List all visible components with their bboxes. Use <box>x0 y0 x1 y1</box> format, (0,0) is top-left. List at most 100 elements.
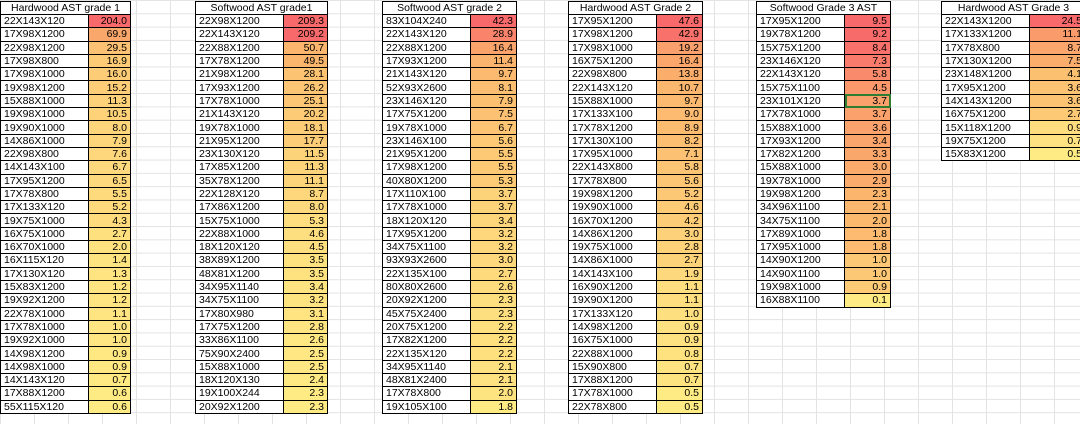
size-cell[interactable]: 22X78X800 <box>568 399 657 414</box>
value-cell[interactable]: 2.1 <box>844 200 891 215</box>
size-cell[interactable]: 19X105X100 <box>382 399 471 414</box>
size-cell[interactable]: 21X143X120 <box>195 107 284 122</box>
value-cell[interactable]: 1.1 <box>655 279 704 295</box>
size-cell[interactable]: 17X78X800 <box>0 186 89 202</box>
size-cell[interactable]: 17X130X1200 <box>941 53 1030 69</box>
value-cell[interactable]: 3.7 <box>469 186 518 202</box>
size-cell[interactable]: 19X90X1200 <box>568 293 657 308</box>
size-cell[interactable]: 17X133X1200 <box>941 27 1030 42</box>
value-cell[interactable]: 6.7 <box>88 160 131 175</box>
size-cell[interactable]: 34X75X1100 <box>195 293 284 308</box>
table-hardwood-ast-grade-1[interactable]: Hardwood AST grade 1 22X143X120 204.0 17X98… <box>0 1 131 414</box>
size-cell[interactable]: 17X78X1000 <box>0 319 89 335</box>
size-cell[interactable]: 17X110X100 <box>382 186 471 202</box>
size-cell[interactable]: 15X88X1000 <box>195 359 284 375</box>
value-cell[interactable]: 3.2 <box>283 293 328 308</box>
value-cell[interactable]: 3.6 <box>1028 80 1080 95</box>
size-cell[interactable]: 17X95X1200 <box>568 13 657 29</box>
size-cell[interactable]: 17X78X800 <box>941 40 1030 55</box>
value-cell[interactable]: 5.8 <box>655 160 704 175</box>
value-cell[interactable]: 0.1 <box>844 293 891 308</box>
size-cell[interactable]: 17X78X1000 <box>756 107 845 122</box>
value-cell[interactable]: 7.9 <box>469 93 518 109</box>
size-cell[interactable]: 17X98X800 <box>0 53 89 69</box>
size-cell[interactable]: 17X93X1200 <box>382 53 471 69</box>
value-cell[interactable]: 16.4 <box>655 53 704 69</box>
size-cell[interactable]: 22X98X1200 <box>195 13 284 29</box>
size-cell[interactable]: 22X143X120 <box>568 80 657 95</box>
value-cell[interactable]: 2.7 <box>1028 107 1080 122</box>
value-cell[interactable]: 3.0 <box>655 226 704 242</box>
size-cell[interactable]: 14X86X1000 <box>0 133 89 148</box>
value-cell[interactable]: 7.3 <box>844 53 891 69</box>
size-cell[interactable]: 19X98X1000 <box>0 107 89 122</box>
value-cell[interactable]: 25.1 <box>283 93 328 109</box>
size-cell[interactable]: 17X82X1200 <box>382 333 471 348</box>
size-cell[interactable]: 22X143X120 <box>0 13 89 29</box>
size-cell[interactable]: 17X86X1200 <box>195 200 284 215</box>
value-cell[interactable]: 3.4 <box>844 133 891 148</box>
value-cell[interactable]: 8.0 <box>283 200 328 215</box>
size-cell[interactable]: 15X118X1200 <box>941 120 1030 135</box>
table-title[interactable]: Hardwood AST grade 1 <box>0 1 131 15</box>
table-title[interactable]: Softwood Grade 3 AST <box>756 1 891 15</box>
value-cell[interactable]: 1.3 <box>88 266 131 281</box>
value-cell[interactable]: 0.6 <box>88 399 131 414</box>
value-cell[interactable]: 11.5 <box>283 146 328 162</box>
value-cell[interactable]: 9.5 <box>844 13 891 29</box>
value-cell[interactable]: 2.8 <box>655 240 704 255</box>
value-cell[interactable]: 7.5 <box>1028 53 1080 69</box>
value-cell[interactable]: 4.6 <box>655 200 704 215</box>
size-cell[interactable]: 16X115X120 <box>0 253 89 268</box>
size-cell[interactable]: 23X146X120 <box>382 93 471 109</box>
value-cell[interactable]: 2.5 <box>283 346 328 361</box>
value-cell[interactable]: 5.2 <box>655 186 704 202</box>
value-cell[interactable]: 42.9 <box>655 27 704 42</box>
size-cell[interactable]: 93X93X2600 <box>382 253 471 268</box>
size-cell[interactable]: 14X143X120 <box>0 373 89 388</box>
size-cell[interactable]: 16X75X1000 <box>568 333 657 348</box>
value-cell[interactable]: 3.4 <box>469 213 518 228</box>
size-cell[interactable]: 23X146X120 <box>756 53 845 69</box>
value-cell[interactable]: 4.3 <box>88 213 131 228</box>
table-title[interactable]: Hardwood AST Grade 3 <box>940 1 1080 15</box>
size-cell[interactable]: 21X98X1200 <box>195 67 284 82</box>
value-cell[interactable]: 0.7 <box>1028 133 1080 148</box>
value-cell[interactable]: 2.1 <box>469 359 518 375</box>
size-cell[interactable]: 22X88X1200 <box>195 40 284 55</box>
table-hardwood-ast-grade-2[interactable]: Hardwood AST Grade 2 17X95X1200 47.6 17X98X… <box>567 1 704 414</box>
size-cell[interactable]: 16X75X1200 <box>568 53 657 69</box>
size-cell[interactable]: 52X93X2600 <box>382 80 471 95</box>
value-cell[interactable]: 2.2 <box>469 333 518 348</box>
size-cell[interactable]: 21X143X120 <box>382 67 471 82</box>
value-cell[interactable]: 0.9 <box>655 319 704 335</box>
value-cell[interactable]: 3.2 <box>469 240 518 255</box>
size-cell[interactable]: 83X104X240 <box>382 13 471 29</box>
size-cell[interactable]: 22X88X1000 <box>195 226 284 242</box>
size-cell[interactable]: 34X95X1140 <box>382 359 471 375</box>
size-cell[interactable]: 22X143X1200 <box>941 13 1030 29</box>
value-cell[interactable]: 17.7 <box>283 133 328 148</box>
value-cell[interactable]: 11.3 <box>283 160 328 175</box>
size-cell[interactable]: 20X75X1200 <box>382 319 471 335</box>
size-cell[interactable]: 19X75X1000 <box>568 240 657 255</box>
size-cell[interactable]: 45X75X2400 <box>382 306 471 321</box>
size-cell[interactable]: 22X88X1000 <box>568 346 657 361</box>
value-cell[interactable]: 1.8 <box>844 226 891 242</box>
value-cell[interactable]: 2.4 <box>283 373 328 388</box>
size-cell[interactable]: 17X78X1000 <box>568 386 657 401</box>
value-cell[interactable]: 8.4 <box>844 40 891 55</box>
value-cell[interactable]: 47.6 <box>655 13 704 29</box>
size-cell[interactable]: 19X78X1200 <box>756 27 845 42</box>
size-cell[interactable]: 22X135X100 <box>382 266 471 281</box>
size-cell[interactable]: 15X88X1000 <box>756 120 845 135</box>
value-cell[interactable]: 3.7 <box>844 107 891 122</box>
value-cell[interactable]: 9.7 <box>469 67 518 82</box>
table-softwood-grade-3-ast[interactable]: Softwood Grade 3 AST 17X95X1200 9.5 19X78X1… <box>756 1 891 308</box>
value-cell[interactable]: 50.7 <box>283 40 328 55</box>
size-cell[interactable]: 18X120X120 <box>195 240 284 255</box>
value-cell[interactable]: 0.7 <box>88 373 131 388</box>
size-cell[interactable]: 17X95X1200 <box>941 80 1030 95</box>
value-cell[interactable]: 2.3 <box>469 293 518 308</box>
size-cell[interactable]: 17X78X800 <box>568 173 657 188</box>
